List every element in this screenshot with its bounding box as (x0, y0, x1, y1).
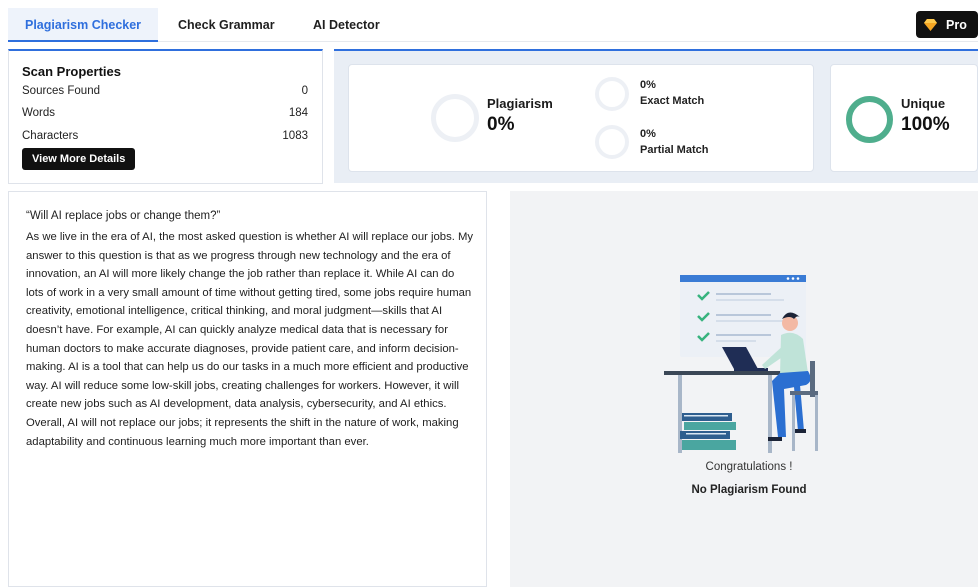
tab-plagiarism-checker[interactable]: Plagiarism Checker (8, 8, 159, 42)
scan-properties-title: Scan Properties (22, 64, 121, 79)
plagiarism-label: Plagiarism (487, 96, 553, 111)
partial-match-value: 0% (640, 128, 656, 140)
exact-match-ring (595, 77, 629, 111)
pro-label: Pro (946, 17, 967, 32)
prop-label: Sources Found (22, 85, 100, 97)
plagiarism-ring (431, 94, 479, 142)
exact-match-label: Exact Match (640, 95, 705, 107)
tab-bar: Plagiarism Checker Check Grammar AI Dete… (8, 8, 978, 42)
plagiarism-stats-card: Plagiarism 0% 0% Exact Match 0% Partial … (348, 64, 814, 172)
congratulations-text: Congratulations ! (705, 461, 793, 473)
prop-value: 0 (301, 85, 308, 97)
pro-button[interactable]: Pro (916, 11, 978, 38)
prop-label: Characters (22, 130, 79, 142)
partial-match-label: Partial Match (640, 144, 709, 156)
sources-found-row: Sources Found 0 (22, 85, 308, 97)
person-at-desk-illustration (664, 275, 818, 453)
view-more-details-button[interactable]: View More Details (22, 148, 136, 170)
unique-label: Unique (901, 96, 946, 111)
essay-title: “Will AI replace jobs or change them?” (26, 210, 221, 222)
unique-value: 100% (901, 114, 950, 135)
diamond-icon (924, 18, 937, 31)
words-row: Words 184 (22, 107, 308, 119)
result-panel: Congratulations ! No Plagiarism Found (510, 191, 978, 587)
no-plagiarism-message: No Plagiarism Found (691, 484, 807, 496)
essay-text-panel[interactable]: “Will AI replace jobs or change them?” A… (8, 191, 487, 587)
plagiarism-value: 0% (487, 114, 515, 135)
prop-value: 184 (288, 107, 308, 119)
scan-properties-panel: Scan Properties Sources Found 0 Words 18… (8, 49, 323, 184)
prop-value: 1083 (282, 130, 308, 142)
prop-label: Words (22, 107, 56, 119)
tab-ai-detector[interactable]: AI Detector (313, 8, 380, 42)
tab-check-grammar[interactable]: Check Grammar (178, 8, 275, 42)
essay-body: As we live in the era of AI, the most as… (26, 231, 474, 448)
unique-ring (846, 96, 893, 143)
characters-row: Characters 1083 (22, 130, 308, 142)
exact-match-value: 0% (640, 79, 656, 91)
unique-stats-card: Unique 100% (830, 64, 978, 172)
stats-band: Plagiarism 0% 0% Exact Match 0% Partial … (334, 49, 978, 183)
partial-match-ring (595, 125, 629, 159)
